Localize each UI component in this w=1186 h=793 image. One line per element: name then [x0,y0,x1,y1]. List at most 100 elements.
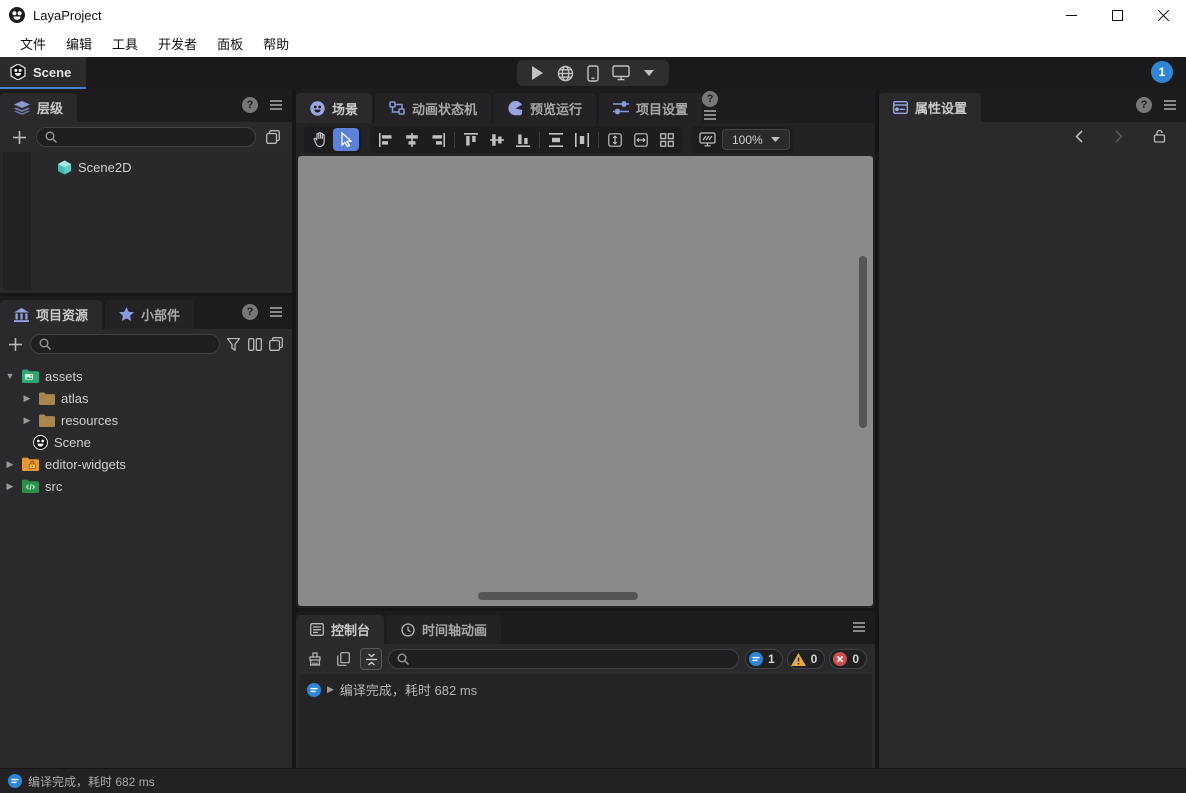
tab-hierarchy[interactable]: 层级 [0,93,77,122]
properties-menu-icon[interactable] [1162,97,1178,113]
status-message: 编译完成，耗时 682 ms [28,773,155,790]
distribute-vertical-icon[interactable] [543,128,569,151]
expand-arrow-icon[interactable]: ▶ [21,415,33,426]
tab-properties[interactable]: 属性设置 [879,93,981,122]
notification-badge[interactable]: 1 [1151,61,1173,83]
tab-animation-state-machine[interactable]: 动画状态机 [375,93,491,123]
scene-help-icon[interactable]: ? [702,91,718,107]
tab-timeline-animation[interactable]: 时间轴动画 [387,615,501,644]
menu-edit[interactable]: 编辑 [56,31,102,56]
horizontal-scrollbar[interactable] [478,592,638,600]
layers-icon [14,101,30,115]
hierarchy-help-icon[interactable]: ? [242,97,258,113]
hierarchy-search[interactable] [36,127,256,147]
tab-preview-run[interactable]: 预览运行 [494,93,596,123]
minimize-button[interactable] [1048,0,1094,30]
menu-bar: 文件 编辑 工具 开发者 面板 帮助 [0,30,1186,57]
lock-icon[interactable] [1148,125,1170,147]
run-desktop-icon[interactable] [609,62,633,84]
console-clear-icon[interactable] [304,648,326,670]
hierarchy-collapse-all-icon[interactable] [262,126,284,148]
nav-forward-icon[interactable] [1108,125,1130,147]
window-title: LayaProject [33,8,102,23]
stretch-horizontal-icon[interactable] [628,128,654,151]
assets-filter-icon[interactable] [226,333,242,355]
tree-node-scene2d[interactable]: Scene2D [31,156,289,178]
properties-help-icon[interactable]: ? [1136,97,1152,113]
hierarchy-menu-icon[interactable] [268,97,284,113]
expand-arrow-icon[interactable]: ▶ [21,393,33,404]
console-collapse-icon[interactable] [360,648,382,670]
sliders-icon [613,101,629,115]
select-tool-icon[interactable] [333,128,359,151]
distribute-horizontal-icon[interactable] [569,128,595,151]
zoom-level-dropdown[interactable]: 100% [722,129,790,150]
play-button[interactable] [525,62,549,84]
assets-search[interactable] [30,334,220,354]
tree-node-editor-widgets[interactable]: ▶ editor-widgets [4,453,292,475]
console-menu-icon[interactable] [851,619,867,635]
assets-search-input[interactable] [56,337,211,351]
align-bottom-icon[interactable] [510,128,536,151]
expand-arrow-icon[interactable]: ▶ [4,459,16,470]
close-button[interactable] [1140,0,1186,30]
tab-scene[interactable]: 场景 [296,93,372,123]
scene-tab-strip: 场景 动画状态机 预览运行 [296,89,875,123]
pan-tool-icon[interactable] [307,128,333,151]
run-browser-icon[interactable] [553,62,577,84]
error-icon [833,652,847,666]
console-copy-icon[interactable] [332,648,354,670]
tab-scene-document[interactable]: Scene [0,57,86,89]
hierarchy-add-button[interactable] [8,126,30,148]
star-icon [119,307,134,322]
assets-split-view-icon[interactable] [247,333,263,355]
tree-node-resources[interactable]: ▶ resources [4,409,292,431]
error-count-badge[interactable]: 0 [829,649,867,669]
hierarchy-gutter [3,152,31,290]
tab-scene-document-label: Scene [33,65,71,80]
assets-add-button[interactable] [8,333,24,355]
maximize-button[interactable] [1094,0,1140,30]
console-search-input[interactable] [414,652,730,666]
log-expand-arrow[interactable]: ▶ [327,684,334,695]
menu-tools[interactable]: 工具 [102,31,148,56]
menu-panels[interactable]: 面板 [207,31,253,56]
tab-console[interactable]: 控制台 [296,615,384,644]
align-left-icon[interactable] [373,128,399,151]
tree-node-assets[interactable]: ▼ assets [4,365,292,387]
assets-collapse-all-icon[interactable] [269,333,285,355]
vertical-scrollbar[interactable] [859,256,867,428]
warning-count-badge[interactable]: 0 [787,649,826,669]
assets-help-icon[interactable]: ? [242,304,258,320]
run-mobile-icon[interactable] [581,62,605,84]
tree-node-atlas[interactable]: ▶ atlas [4,387,292,409]
expand-arrow-icon[interactable]: ▼ [4,371,16,381]
assets-menu-icon[interactable] [268,304,284,320]
tree-node-src[interactable]: ▶ src [4,475,292,497]
info-count-badge[interactable]: 1 [745,649,783,669]
log-entry[interactable]: ▶ 编译完成，耗时 682 ms [299,680,872,699]
tab-console-label: 控制台 [331,620,370,639]
hierarchy-search-input[interactable] [62,130,247,144]
project-resources-icon [14,308,29,322]
tile-layout-icon[interactable] [654,128,680,151]
align-middle-vertical-icon[interactable] [484,128,510,151]
menu-help[interactable]: 帮助 [253,31,299,56]
menu-developer[interactable]: 开发者 [148,31,207,56]
tab-widgets[interactable]: 小部件 [105,300,194,329]
align-top-icon[interactable] [458,128,484,151]
scene-menu-icon[interactable] [702,107,718,123]
stretch-vertical-icon[interactable] [602,128,628,151]
console-search[interactable] [388,649,739,669]
align-center-horizontal-icon[interactable] [399,128,425,151]
align-right-icon[interactable] [425,128,451,151]
tab-project-settings[interactable]: 项目设置 [599,93,702,123]
nav-back-icon[interactable] [1068,125,1090,147]
tree-node-scene-file[interactable]: Scene [4,431,292,453]
expand-arrow-icon[interactable]: ▶ [4,481,16,492]
menu-file[interactable]: 文件 [10,31,56,56]
scene-canvas[interactable] [298,156,873,606]
tab-project-resources[interactable]: 项目资源 [0,300,102,329]
run-target-dropdown[interactable] [637,62,661,84]
screen-adapt-icon[interactable] [694,128,720,151]
